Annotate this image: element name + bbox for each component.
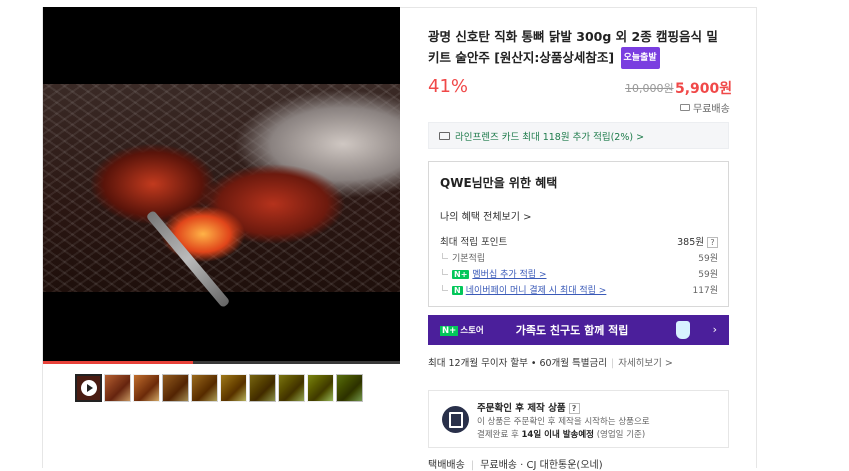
benefit-view-all-link[interactable]: 나의 혜택 전체보기 > — [440, 208, 532, 223]
credit-card-icon — [439, 131, 450, 140]
product-title-text: 광명 신호탄 직화 통뼈 닭발 300g 외 2종 캠핑음식 밀키트 술안주 [… — [428, 29, 718, 65]
max-points-label: 최대 적립 포인트 — [440, 237, 508, 248]
npay-points-link[interactable]: 네이버페이 머니 결제 시 최대 적립 > — [466, 286, 607, 296]
membership-points-link[interactable]: 멤버십 추가 적립 > — [472, 270, 546, 280]
naver-plus-icon: N+ — [452, 270, 470, 279]
discount-rate: 41% — [428, 76, 469, 97]
shipping-method-label: 택배배송 — [428, 460, 465, 471]
membership-points-value: 59원 — [698, 270, 718, 280]
thumbnail-image[interactable] — [336, 374, 363, 402]
card-promo-text: 라인프렌즈 카드 최대 118원 추가 적립(2%) > — [455, 131, 645, 143]
max-points-value-wrap: 385원? — [677, 234, 718, 248]
thumbnail-image[interactable] — [278, 374, 305, 402]
thumbnail-image[interactable] — [220, 374, 247, 402]
thumbnail-image[interactable] — [104, 374, 131, 402]
notice-ship-deadline: 14일 이내 발송예정 — [521, 430, 595, 440]
tree-connector — [442, 253, 448, 259]
made-to-order-notice: 주문확인 후 제작 상품? 이 상품은 주문확인 후 제작을 시작하는 상품으로… — [428, 390, 729, 448]
npay-points-value: 117원 — [692, 286, 718, 296]
thumbnail-image[interactable] — [191, 374, 218, 402]
notice-line-1: 이 상품은 주문확인 후 제작을 시작하는 상품으로 — [477, 417, 650, 427]
installment-more-link[interactable]: 자세히보기 > — [618, 358, 673, 369]
product-video[interactable] — [43, 7, 400, 361]
notice-line-2: 결제완료 후 14일 이내 발송예정 (영업일 기준) — [477, 428, 645, 440]
thumbnail-strip — [75, 374, 363, 402]
thumbnail-image[interactable] — [133, 374, 160, 402]
shipping-method-value: 무료배송 · CJ 대한통운(오네) — [480, 460, 603, 471]
thumbnail-image[interactable] — [162, 374, 189, 402]
video-progress-bar[interactable] — [43, 361, 400, 364]
store-logo-text: 스토어 — [460, 326, 484, 336]
truck-icon — [680, 104, 690, 111]
basic-points-value: 59원 — [698, 254, 718, 264]
product-title: 광명 신호탄 직화 통뼈 닭발 300g 외 2종 캠핑음식 밀키트 술안주 [… — [428, 27, 728, 69]
naver-pay-icon: N — [452, 286, 463, 295]
trophy-icon — [676, 321, 690, 339]
tongs-illustration — [145, 209, 231, 309]
sale-price: 5,900원 — [675, 81, 733, 97]
max-points-value: 385원 — [677, 237, 704, 248]
original-price: 10,000원 — [625, 82, 674, 95]
divider: | — [470, 460, 475, 471]
banner-text: 가족도 친구도 함께 적립 — [515, 324, 629, 337]
play-icon — [80, 380, 97, 396]
shipping-summary: 무료배송 — [680, 100, 730, 115]
notice-line-2-suffix: (영업일 기준) — [594, 430, 646, 440]
notice-title-text: 주문확인 후 제작 상품 — [477, 403, 566, 414]
thumbnail-image[interactable] — [249, 374, 276, 402]
max-points-row: 최대 적립 포인트 385원? — [440, 234, 718, 248]
help-icon[interactable]: ? — [568, 403, 580, 414]
installment-info: 최대 12개월 무이자 할부 • 60개월 특별금리 | 자세히보기 > — [428, 355, 673, 369]
store-logo-mark: N+ — [440, 326, 459, 336]
thumbnail-video[interactable] — [75, 374, 102, 402]
thumbnail-image[interactable] — [307, 374, 334, 402]
benefit-box: QWE님만을 위한 혜택 나의 혜택 전체보기 > 최대 적립 포인트 385원… — [428, 161, 729, 307]
tree-connector — [442, 285, 448, 291]
basic-points-row: 기본적립 59원 — [442, 251, 718, 264]
basic-points-label: 기본적립 — [452, 254, 486, 264]
product-photo — [43, 84, 400, 309]
today-ship-badge: 오늘출발 — [620, 47, 660, 69]
notice-line-2-prefix: 결제완료 후 — [477, 430, 522, 440]
edit-document-icon — [442, 406, 469, 433]
chevron-right-icon: › — [712, 323, 717, 336]
shipping-method: 택배배송 | 무료배송 · CJ 대한통운(오네) — [428, 456, 603, 471]
shipping-summary-label: 무료배송 — [693, 104, 730, 115]
installment-text: 최대 12개월 무이자 할부 • 60개월 특별금리 — [428, 358, 607, 369]
notice-title: 주문확인 후 제작 상품? — [477, 400, 580, 414]
video-progress-fill — [43, 361, 193, 364]
card-promo-link[interactable]: 라인프렌즈 카드 최대 118원 추가 적립(2%) > — [428, 122, 729, 149]
membership-points-row: N+ 멤버십 추가 적립 > 59원 — [442, 267, 718, 280]
store-logo: N+ 스토어 — [440, 324, 484, 336]
tree-connector — [442, 269, 448, 275]
npay-points-row: N 네이버페이 머니 결제 시 최대 적립 > 117원 — [442, 283, 718, 296]
divider: | — [611, 358, 615, 369]
benefit-title: QWE님만을 위한 혜택 — [440, 176, 558, 190]
store-banner[interactable]: N+ 스토어 가족도 친구도 함께 적립 › — [428, 315, 729, 345]
help-icon[interactable]: ? — [707, 237, 718, 248]
